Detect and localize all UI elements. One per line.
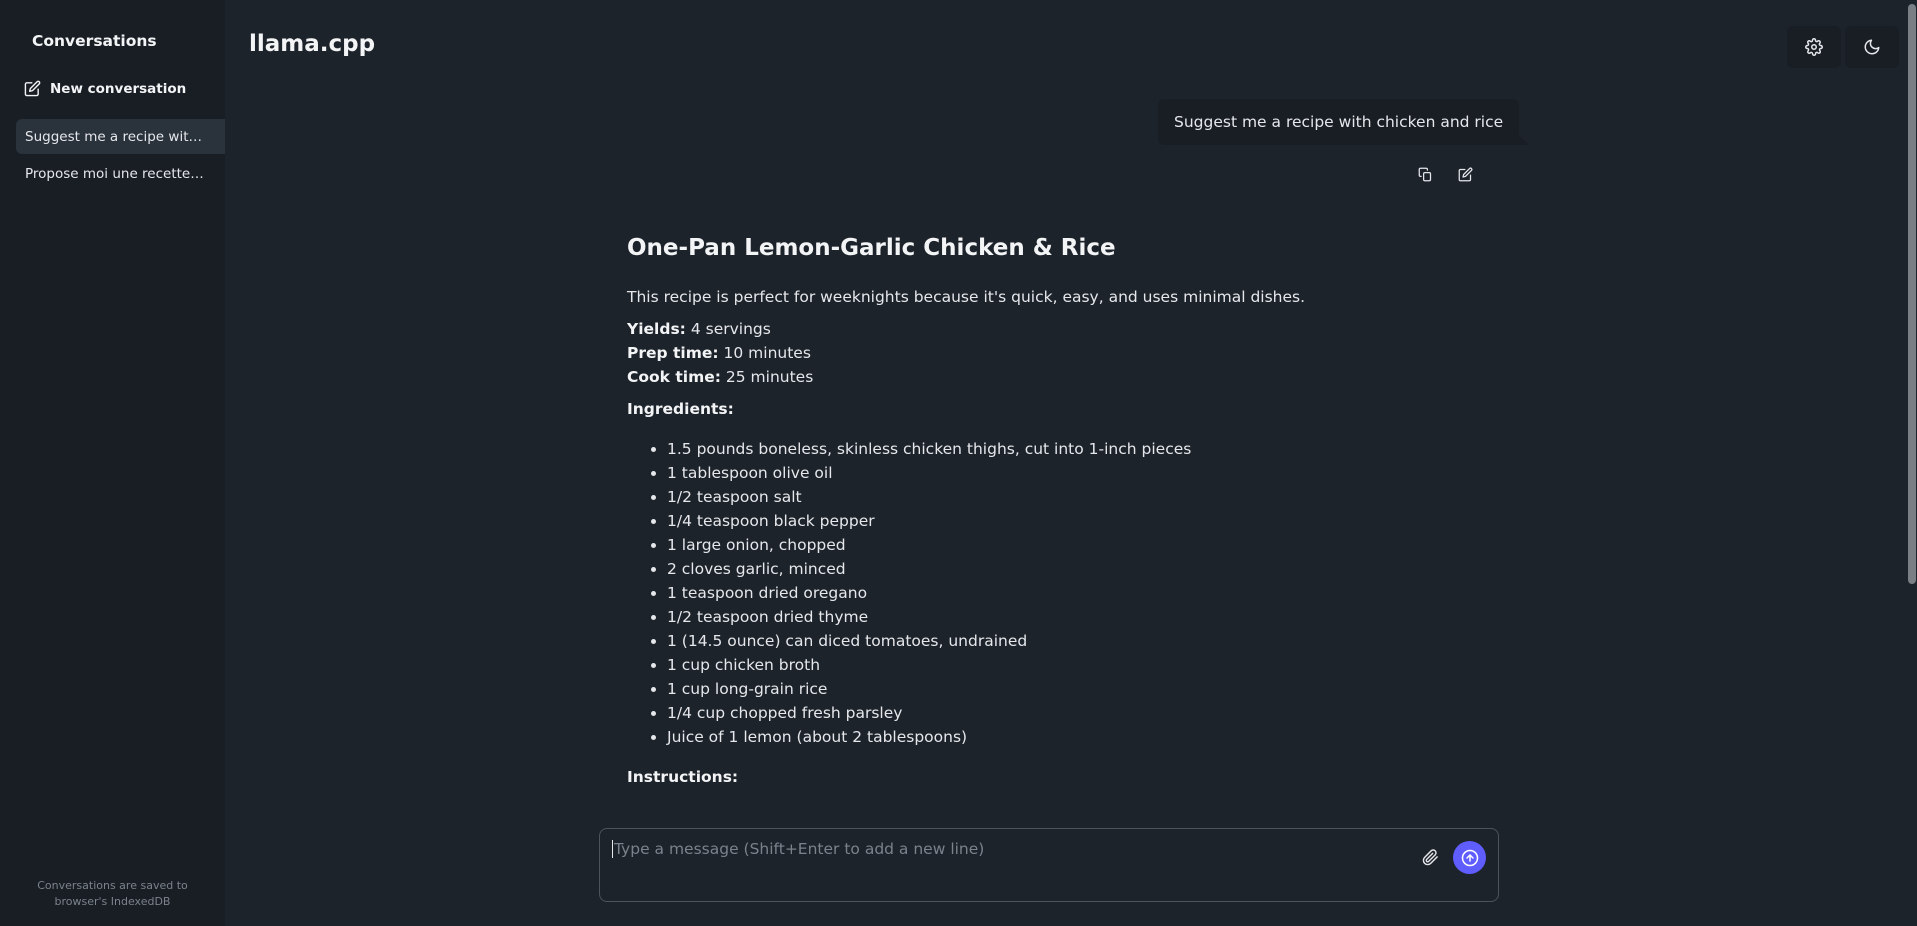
conversation-item[interactable]: Propose moi une recette avec du poulet e… <box>16 156 225 191</box>
edit-icon <box>1458 167 1472 181</box>
sidebar-footer-line2: browser's IndexedDB <box>54 895 171 908</box>
prep-time-line: Prep time: 10 minutes <box>627 341 1507 365</box>
prep-time-value: 10 minutes <box>723 344 811 362</box>
send-button[interactable] <box>1453 841 1486 874</box>
sidebar-title: Conversations <box>32 32 157 50</box>
yields-label: Yields: <box>627 320 686 338</box>
ingredients-heading: Ingredients: <box>627 400 734 418</box>
conversation-item-active[interactable]: Suggest me a recipe with chicken and ric… <box>16 119 225 154</box>
moon-icon <box>1864 39 1880 55</box>
app-title: llama.cpp <box>249 31 376 57</box>
top-actions <box>1787 26 1899 68</box>
theme-toggle-button[interactable] <box>1845 26 1899 68</box>
arrow-up-icon <box>1461 849 1478 866</box>
user-message-text: Suggest me a recipe with chicken and ric… <box>1174 113 1504 131</box>
sidebar: Conversations New conversation Suggest m… <box>0 0 225 926</box>
recipe-heading: One-Pan Lemon-Garlic Chicken & Rice <box>627 235 1116 261</box>
main-panel: llama.cpp Suggest me a recipe with chick… <box>225 0 1917 926</box>
edit-icon <box>24 80 41 97</box>
copy-message-button[interactable] <box>1415 164 1435 184</box>
prep-time-label: Prep time: <box>627 344 719 362</box>
list-item: 1 cup long-grain rice <box>667 677 1507 701</box>
list-item: 1 large onion, chopped <box>667 533 1507 557</box>
list-item: 2 cloves garlic, minced <box>667 557 1507 581</box>
message-composer <box>599 828 1499 902</box>
ingredients-list: 1.5 pounds boneless, skinless chicken th… <box>627 437 1507 749</box>
message-input[interactable] <box>612 840 1392 858</box>
yields-value: 4 servings <box>690 320 771 338</box>
list-item: 1 (14.5 ounce) can diced tomatoes, undra… <box>667 629 1507 653</box>
sidebar-footer: Conversations are saved to browser's Ind… <box>0 878 225 910</box>
attach-file-button[interactable] <box>1416 843 1444 871</box>
cook-time-line: Cook time: 25 minutes <box>627 365 1507 389</box>
message-actions <box>1415 164 1475 184</box>
yields-line: Yields: 4 servings <box>627 317 1507 341</box>
scrollbar-thumb[interactable] <box>1908 4 1916 584</box>
scrollbar[interactable] <box>1908 0 1917 926</box>
list-item: 1/2 teaspoon salt <box>667 485 1507 509</box>
new-conversation-label: New conversation <box>50 80 187 97</box>
assistant-message: One-Pan Lemon-Garlic Chicken & Rice This… <box>627 231 1507 805</box>
gear-icon <box>1805 38 1823 56</box>
edit-message-button[interactable] <box>1455 164 1475 184</box>
list-item: 1 cup chicken broth <box>667 653 1507 677</box>
sidebar-footer-line1: Conversations are saved to <box>37 879 188 892</box>
app-root: Conversations New conversation Suggest m… <box>0 0 1917 926</box>
list-item: 1 tablespoon olive oil <box>667 461 1507 485</box>
list-item: Juice of 1 lemon (about 2 tablespoons) <box>667 725 1507 749</box>
conversation-item-label: Propose moi une recette avec du poulet e… <box>25 165 205 182</box>
list-item: 1 teaspoon dried oregano <box>667 581 1507 605</box>
list-item: 1.5 pounds boneless, skinless chicken th… <box>667 437 1507 461</box>
cook-time-label: Cook time: <box>627 368 721 386</box>
paperclip-icon <box>1422 848 1438 865</box>
conversation-item-label: Suggest me a recipe with chicken and ric… <box>25 128 205 145</box>
list-item: 1/4 teaspoon black pepper <box>667 509 1507 533</box>
recipe-intro: This recipe is perfect for weeknights be… <box>627 288 1306 306</box>
cook-time-value: 25 minutes <box>725 368 814 386</box>
new-conversation-button[interactable]: New conversation <box>24 80 186 97</box>
list-item: 1/4 cup chopped fresh parsley <box>667 701 1507 725</box>
settings-button[interactable] <box>1787 26 1841 68</box>
user-message-bubble: Suggest me a recipe with chicken and ric… <box>1158 99 1530 145</box>
list-item: 1/2 teaspoon dried thyme <box>667 605 1507 629</box>
instructions-heading: Instructions: <box>627 768 739 786</box>
copy-icon <box>1418 167 1431 181</box>
